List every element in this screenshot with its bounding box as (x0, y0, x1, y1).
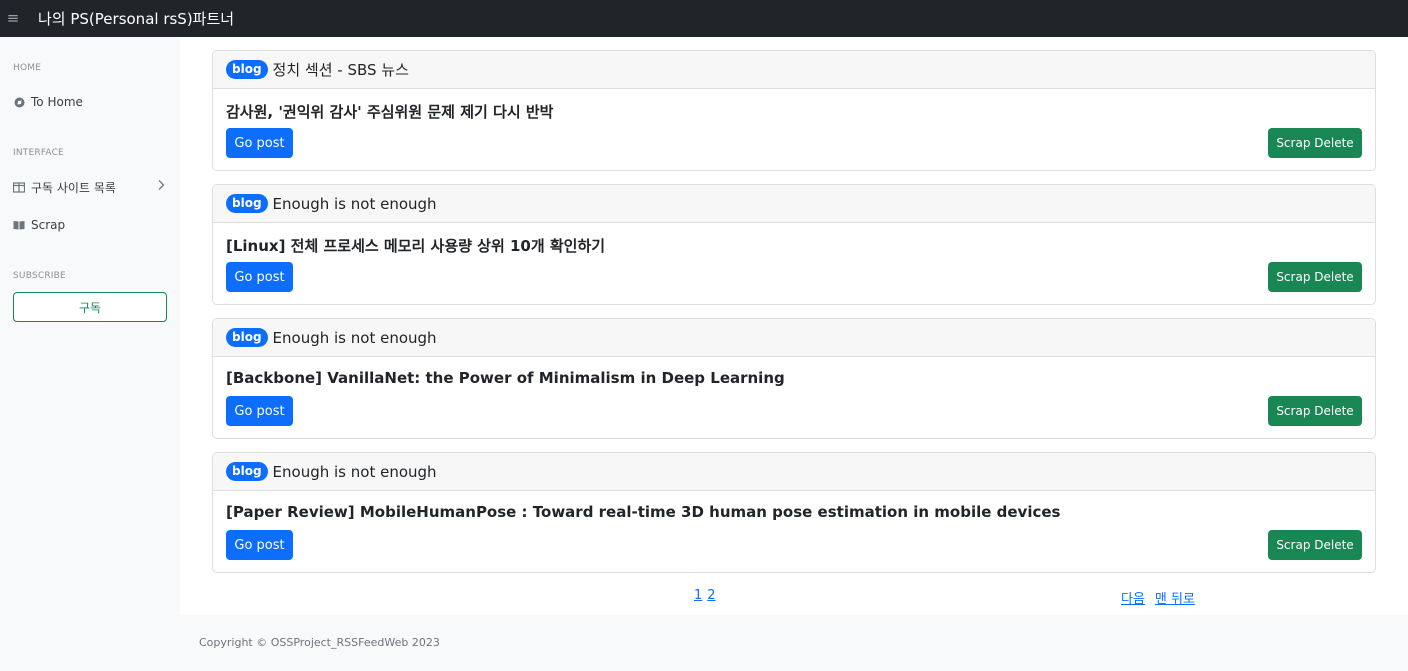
sidebar-item-label: Scrap (31, 218, 66, 232)
source-name: Enough is not enough (272, 462, 437, 481)
book-icon (13, 219, 25, 231)
source-name: 정치 섹션 - SBS 뉴스 (272, 61, 409, 79)
sidebar-item-label: 구독 사이트 목록 (31, 181, 116, 195)
chevron-right-icon (157, 179, 165, 194)
sidebar: HOME To Home INTERFACE 구독 사이트 목록 Scrap S… (0, 37, 180, 615)
sidebar-item-scrap[interactable]: Scrap (13, 218, 173, 232)
scrap-delete-button[interactable]: Scrap Delete (1268, 396, 1362, 426)
next-page-link[interactable]: 다음 (1121, 588, 1145, 607)
scrap-delete-button[interactable]: Scrap Delete (1268, 128, 1362, 158)
sidebar-heading-subscribe: SUBSCRIBE (13, 271, 66, 281)
last-page-link[interactable]: 맨 뒤로 (1155, 588, 1195, 607)
copyright-text: Copyright © OSSProject_RSSFeedWeb 2023 (199, 636, 440, 649)
post-card: blog Enough is not enough [Backbone] Van… (212, 318, 1376, 439)
sidebar-heading-interface: INTERFACE (13, 148, 64, 158)
sidebar-item-label: To Home (31, 95, 83, 109)
post-card: blog Enough is not enough [Linux] 전체 프로세… (212, 184, 1376, 305)
category-badge: blog (226, 194, 268, 213)
brand-title[interactable]: 나의 PS(Personal rsS)파트너 (38, 8, 234, 29)
go-post-button[interactable]: Go post (226, 396, 293, 426)
subscribe-button[interactable]: 구독 (13, 292, 167, 322)
scrap-delete-button[interactable]: Scrap Delete (1268, 530, 1362, 560)
main-content: blog 정치 섹션 - SBS 뉴스 감사원, '권익위 감사' 주심위원 문… (180, 37, 1408, 615)
pagination: 1 2 (694, 588, 716, 603)
page-link-1[interactable]: 1 (694, 588, 702, 603)
sidebar-heading-home: HOME (13, 63, 42, 73)
sidebar-item-to-home[interactable]: To Home (13, 95, 173, 109)
category-badge: blog (226, 60, 268, 79)
columns-icon (13, 182, 25, 194)
source-name: Enough is not enough (272, 328, 437, 347)
post-title: [Paper Review] MobileHumanPose : Toward … (226, 503, 1061, 521)
card-header: blog Enough is not enough (213, 319, 1375, 357)
category-badge: blog (226, 328, 268, 347)
source-name: Enough is not enough (272, 194, 437, 213)
sidebar-item-subscriptions[interactable]: 구독 사이트 목록 (13, 179, 173, 196)
footer: Copyright © OSSProject_RSSFeedWeb 2023 (0, 615, 1408, 671)
card-header: blog Enough is not enough (213, 453, 1375, 491)
top-navbar: ≡ 나의 PS(Personal rsS)파트너 (0, 0, 1408, 37)
card-header: blog Enough is not enough (213, 185, 1375, 223)
post-title: [Backbone] VanillaNet: the Power of Mini… (226, 369, 785, 387)
pagination-nav: 다음 맨 뒤로 (1121, 588, 1195, 607)
home-circle-icon (13, 96, 25, 108)
go-post-button[interactable]: Go post (226, 530, 293, 560)
post-card: blog Enough is not enough [Paper Review]… (212, 452, 1376, 573)
card-header: blog 정치 섹션 - SBS 뉴스 (213, 51, 1375, 89)
category-badge: blog (226, 462, 268, 481)
hamburger-icon[interactable]: ≡ (6, 11, 20, 26)
page-link-2[interactable]: 2 (707, 588, 715, 603)
scrap-delete-button[interactable]: Scrap Delete (1268, 262, 1362, 292)
post-card: blog 정치 섹션 - SBS 뉴스 감사원, '권익위 감사' 주심위원 문… (212, 50, 1376, 171)
go-post-button[interactable]: Go post (226, 262, 293, 292)
go-post-button[interactable]: Go post (226, 128, 293, 158)
post-title: [Linux] 전체 프로세스 메모리 사용량 상위 10개 확인하기 (226, 237, 606, 255)
post-title: 감사원, '권익위 감사' 주심위원 문제 제기 다시 반박 (226, 103, 554, 121)
